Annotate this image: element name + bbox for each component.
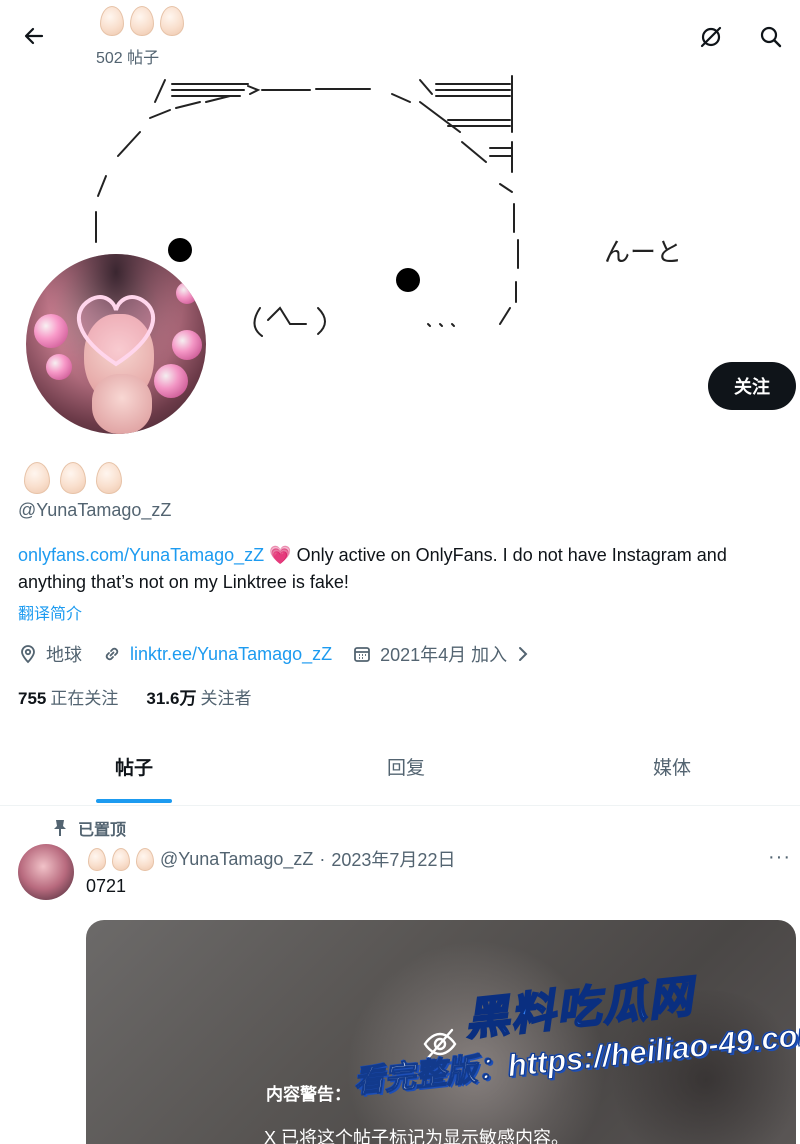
- egg-emoji: [130, 6, 154, 36]
- link-icon: [105, 647, 119, 661]
- translate-bio-link[interactable]: 翻译简介: [18, 600, 82, 624]
- location-pin-icon: [21, 645, 35, 664]
- pink-bubble: [176, 282, 198, 304]
- tab-label: 媒体: [652, 758, 691, 779]
- profile-handle: @YunaTamago_zZ: [18, 500, 172, 520]
- back-button[interactable]: [18, 20, 50, 52]
- followers-label: 关注者: [200, 689, 252, 708]
- egg-emoji: [96, 462, 122, 494]
- egg-emoji: [100, 6, 124, 36]
- post-date[interactable]: 2023年7月22日: [331, 846, 455, 872]
- banner-caption: んーと: [604, 238, 683, 268]
- heart-shape: [76, 295, 156, 367]
- pink-bubble: [154, 364, 188, 398]
- location-text: 地球: [46, 645, 82, 665]
- tab-posts[interactable]: 帖子: [0, 728, 268, 805]
- profile-avatar[interactable]: [22, 250, 210, 438]
- more-options-button[interactable]: ···: [768, 846, 791, 869]
- pink-bubble: [172, 330, 202, 360]
- pink-bubble: [34, 314, 68, 348]
- following-label: 正在关注: [50, 689, 119, 708]
- tab-replies[interactable]: 回复: [268, 728, 544, 805]
- calendar-icon: [354, 647, 371, 662]
- chevron-right-icon: [519, 647, 528, 661]
- location-item: 地球: [18, 641, 82, 667]
- egg-emoji: [60, 462, 86, 494]
- post-count: 502 帖子: [96, 50, 160, 67]
- followers-count: 31.6万: [146, 689, 197, 708]
- egg-emoji: [112, 847, 130, 871]
- followers-stat[interactable]: 31.6万 关注者: [146, 684, 251, 709]
- tab-media[interactable]: 媒体: [544, 728, 800, 805]
- following-stat[interactable]: 755 正在关注: [18, 684, 118, 709]
- grok-button[interactable]: [694, 20, 728, 54]
- profile-meta: 地球 linktr.ee/YunaTamago_zZ 2021年4月 加入: [18, 640, 551, 668]
- website-item: linktr.ee/YunaTamago_zZ: [102, 644, 332, 665]
- joined-item[interactable]: 2021年4月 加入: [352, 641, 531, 667]
- tab-label: 回复: [386, 758, 425, 779]
- following-count: 755: [18, 689, 47, 708]
- pinned-indicator: 已置顶: [52, 816, 126, 840]
- content-warning-text: X 已将这个帖子标记为显示敏感内容。: [264, 1128, 570, 1144]
- post-handle[interactable]: @YunaTamago_zZ: [160, 849, 313, 870]
- content-warning-title: 内容警告：: [266, 1085, 351, 1104]
- top-display-name: [100, 6, 184, 38]
- avatar-hand: [92, 374, 152, 434]
- pinned-label: 已置顶: [78, 822, 127, 839]
- pink-bubble: [46, 354, 72, 380]
- search-button[interactable]: [754, 20, 788, 54]
- egg-emoji: [88, 847, 106, 871]
- profile-display-name: [24, 462, 122, 494]
- website-link[interactable]: linktr.ee/YunaTamago_zZ: [130, 644, 332, 665]
- top-bar: 502 帖子: [0, 0, 800, 72]
- post-header: @YunaTamago_zZ · 2023年7月22日: [88, 846, 455, 872]
- follow-button[interactable]: 关注: [708, 362, 796, 410]
- profile-bio: onlyfans.com/YunaTamago_zZ 💗 Only active…: [18, 542, 788, 596]
- pin-icon: [54, 820, 66, 836]
- heart-emoji: 💗: [269, 545, 292, 565]
- post-text: 0721: [86, 876, 127, 896]
- search-icon: [760, 26, 782, 48]
- active-tab-indicator: [96, 799, 172, 803]
- follow-stats: 755 正在关注 31.6万 关注者: [18, 684, 251, 709]
- egg-emoji: [160, 6, 184, 36]
- egg-emoji: [24, 462, 50, 494]
- bio-link[interactable]: onlyfans.com/YunaTamago_zZ: [18, 545, 264, 565]
- egg-emoji: [136, 847, 154, 871]
- joined-text: 2021年4月 加入: [380, 645, 508, 665]
- post-author-avatar[interactable]: [18, 844, 74, 900]
- arrow-left-icon: [24, 27, 44, 45]
- post-separator: ·: [319, 848, 326, 869]
- profile-tabs: 帖子 回复 媒体: [0, 728, 800, 806]
- grok-icon: [700, 26, 722, 48]
- tab-label: 帖子: [114, 758, 153, 779]
